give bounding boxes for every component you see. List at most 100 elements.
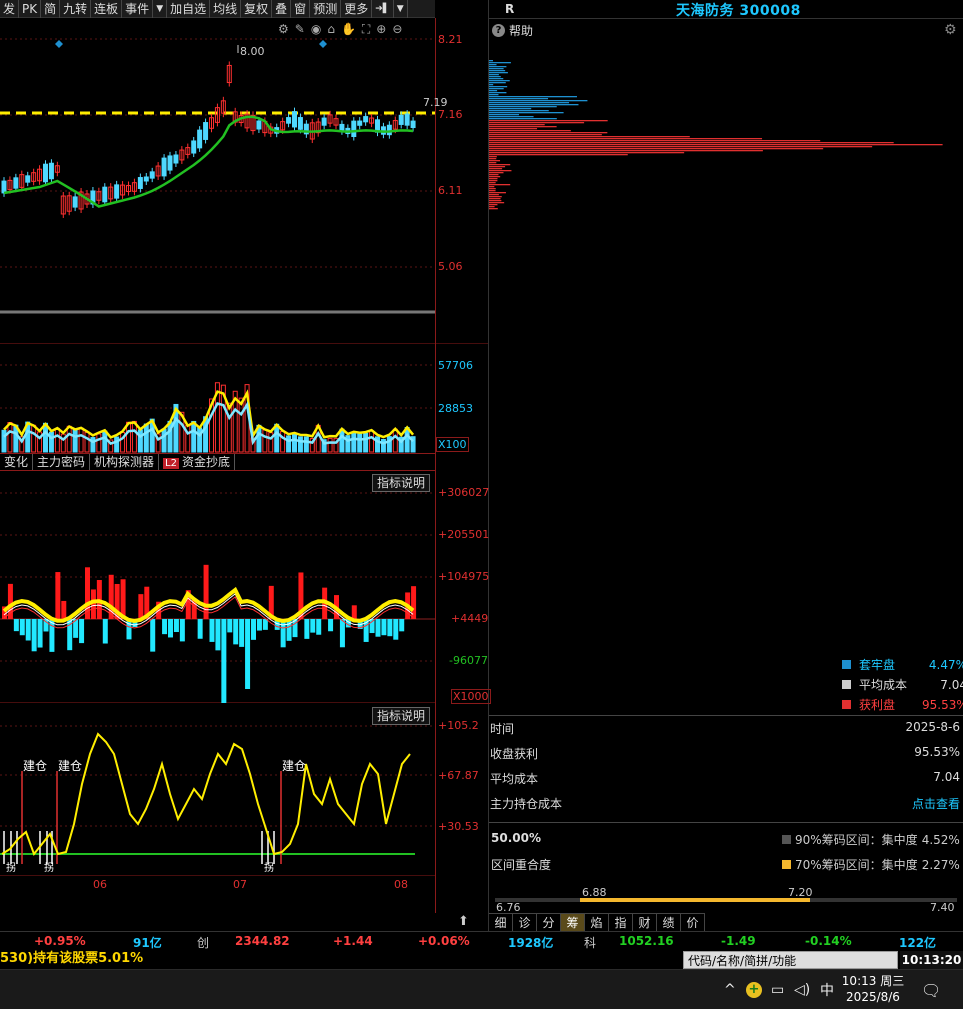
toolbar-btn-pk[interactable]: PK (19, 0, 42, 18)
zoom-out-icon[interactable]: ⊖ (392, 22, 402, 37)
legend-label: 平均成本 (859, 678, 908, 692)
chip-bar (489, 166, 506, 168)
toolbar-btn-jian[interactable]: 简 (41, 0, 61, 18)
tab-detail[interactable]: 细 (489, 913, 513, 932)
chip-bar (489, 90, 498, 92)
toolbar-btn-fa[interactable]: 发 (0, 0, 20, 18)
l2-badge: L2 (163, 458, 179, 469)
notification-icon[interactable]: 🗨 (921, 970, 941, 1009)
chip-bar (489, 172, 504, 174)
zoom-in-icon[interactable]: ⊕ (376, 22, 386, 37)
toolbar-btn-add-watch[interactable]: 加自选 (167, 0, 211, 18)
gear-icon[interactable]: ⚙ (944, 22, 957, 38)
chip-bar (489, 132, 608, 134)
tab-price[interactable]: 价 (681, 913, 705, 932)
indicator-help-button[interactable]: 指标说明 (372, 474, 431, 492)
fund-flow-chart[interactable] (0, 471, 436, 703)
toolbar-btn-fuquan[interactable]: 复权 (241, 0, 273, 18)
scroll-top-icon[interactable]: ⬆ (458, 914, 469, 929)
news-ticker[interactable]: 530)持有该股票5.01% (0, 949, 680, 969)
flow-bar (375, 619, 381, 637)
toolbar-exit-icon[interactable]: ➔▌ (372, 0, 394, 18)
search-input[interactable]: 代码/名称/简拼/功能 (683, 951, 898, 969)
volume-bar (351, 432, 357, 453)
toolbar-btn-window[interactable]: 窗 (291, 0, 311, 18)
candle-body (13, 177, 19, 189)
legend-swatch (842, 660, 851, 669)
chip-distribution-chart[interactable] (489, 40, 963, 660)
tab-index[interactable]: 指 (609, 913, 633, 932)
chip-bar (489, 158, 497, 160)
info-main-cost: 主力持仓成本 点击查看 (490, 795, 960, 812)
tab-capital-bottom[interactable]: L2 资金抄底 (159, 454, 235, 470)
volume-bar (363, 432, 369, 453)
volume-icon[interactable]: ◁) (794, 970, 810, 1009)
toolbar-btn-ma[interactable]: 均线 (210, 0, 242, 18)
tab-finance[interactable]: 财 (633, 913, 657, 932)
info-label: 主力持仓成本 (490, 797, 563, 811)
ime-indicator[interactable]: 中 (820, 970, 834, 1009)
tab-institution-detector[interactable]: 机构探测器 (90, 454, 160, 470)
toolbar-btn-shijian[interactable]: 事件 (122, 0, 154, 18)
candle-body (167, 155, 173, 171)
eye-icon[interactable]: ◉ (311, 22, 321, 37)
tab-flame[interactable]: 焰 (585, 913, 609, 932)
signal-label: 建仓 (58, 759, 83, 773)
flow-bar (102, 619, 108, 644)
network-icon[interactable]: ▭ (771, 970, 784, 1009)
status-clock: 10:13:20 (900, 951, 963, 969)
draw-icon[interactable]: ✎ (295, 22, 305, 37)
chip-bar (489, 96, 577, 98)
tray-app-icon[interactable]: + (746, 970, 762, 1009)
tab-main-code[interactable]: 主力密码 (33, 454, 91, 470)
help-link[interactable]: ? 帮助 (492, 22, 533, 39)
toolbar-btn-lianban[interactable]: 连板 (91, 0, 123, 18)
chip-bar (489, 114, 520, 116)
volume-bar (280, 430, 286, 453)
tray-expand-icon[interactable]: ^ (724, 970, 736, 1009)
toolbar-btn-jiuzhuan[interactable]: 九转 (60, 0, 92, 18)
volume-axis-label: 28853 (438, 402, 473, 415)
main-cost-link[interactable]: 点击查看 (912, 795, 960, 812)
indicator-tabs: 变化 主力密码 机构探测器 L2 资金抄底 (0, 453, 436, 471)
tab-diagnose[interactable]: 诊 (513, 913, 537, 932)
hand-icon[interactable]: ✋ (341, 22, 356, 37)
chip-bar (489, 72, 508, 74)
indicator-help-button-2[interactable]: 指标说明 (372, 707, 431, 725)
flow-bar (393, 619, 399, 640)
kline-toolbar-diamond-icon-2 (319, 40, 327, 48)
tab-chips[interactable]: 筹 (561, 913, 585, 932)
candle-body (197, 129, 203, 149)
legend-value: 4.47% (928, 657, 963, 672)
chip-bar (489, 66, 507, 68)
info-label: 平均成本 (490, 772, 539, 786)
toolbar-btn-forecast[interactable]: 预测 (310, 0, 342, 18)
candle-body (286, 117, 292, 124)
month-label: 08 (394, 878, 408, 891)
fullscreen-icon[interactable]: ⛶ (362, 22, 370, 37)
volume-chart[interactable] (0, 345, 436, 453)
signal-label: 拐 (44, 863, 54, 874)
toolbar-btn-die[interactable]: 叠 (272, 0, 292, 18)
taskbar-clock[interactable]: 10:13 周三 2025/8/6 (838, 973, 908, 1005)
flow-bar (37, 619, 43, 648)
tab-performance[interactable]: 绩 (657, 913, 681, 932)
settings-icon[interactable]: ⚙ (278, 22, 289, 37)
toolbar-btn-more[interactable]: 更多 (341, 0, 373, 18)
toolbar-dropdown-icon[interactable]: ▼ (153, 0, 168, 18)
tab-minute[interactable]: 分 (537, 913, 561, 932)
signal-chart[interactable] (0, 704, 436, 876)
kline-chart[interactable] (0, 19, 488, 344)
flow-bar (280, 619, 286, 648)
price-axis-label: 8.21 (438, 33, 463, 46)
chip-bar (489, 208, 498, 210)
basket-icon[interactable]: ⌂ (327, 22, 335, 37)
legend-trapped: 套牢盘 4.47% (842, 656, 963, 673)
toolbar-more-dropdown-icon[interactable]: ▼ (394, 0, 408, 18)
flow-bar (328, 619, 334, 632)
flow-bar (150, 619, 156, 652)
tab-change[interactable]: 变化 (0, 454, 34, 470)
ticker-pct: +0.95% (34, 934, 86, 948)
info-value: 2025-8-6 (905, 720, 960, 734)
ticker-chuang-change: +1.44 (333, 934, 373, 948)
